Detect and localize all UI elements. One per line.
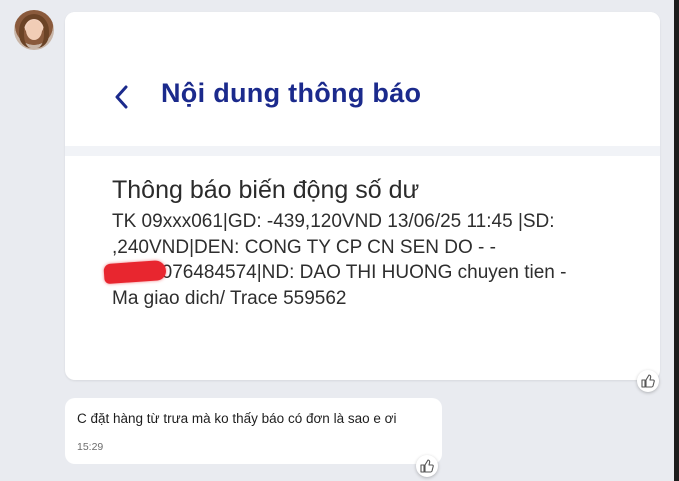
page-title: Nội dung thông báo bbox=[161, 78, 422, 108]
notification-header: Nội dung thông báo bbox=[65, 12, 660, 146]
reply-text: C đặt hàng từ trưa mà ko thấy báo có đơn… bbox=[77, 411, 397, 426]
notification-text-wrapper: TK 09xxx061|GD: -439,120VND 13/06/25 11:… bbox=[103, 209, 642, 311]
chevron-left-icon[interactable] bbox=[111, 82, 133, 112]
screenshot-message-card[interactable]: Nội dung thông báo Thông báo biến động s… bbox=[65, 12, 660, 380]
thumbs-up-icon bbox=[420, 459, 434, 473]
window-edge bbox=[674, 0, 679, 481]
notification-content: Thông báo biến động số dư TK 09xxx061|GD… bbox=[103, 176, 642, 311]
avatar[interactable] bbox=[14, 10, 54, 50]
section-divider bbox=[65, 146, 660, 156]
like-button-reply[interactable] bbox=[416, 455, 438, 477]
notification-title: Thông báo biến động số dư bbox=[112, 176, 420, 204]
notification-text: TK 09xxx061|GD: -439,120VND 13/06/25 11:… bbox=[112, 211, 567, 309]
thumbs-up-icon bbox=[641, 374, 655, 388]
avatar-face bbox=[26, 20, 42, 40]
like-button-message[interactable] bbox=[637, 370, 659, 392]
reply-timestamp: 15:29 bbox=[77, 441, 104, 453]
reply-message-bubble[interactable]: C đặt hàng từ trưa mà ko thấy báo có đơn… bbox=[65, 398, 442, 464]
